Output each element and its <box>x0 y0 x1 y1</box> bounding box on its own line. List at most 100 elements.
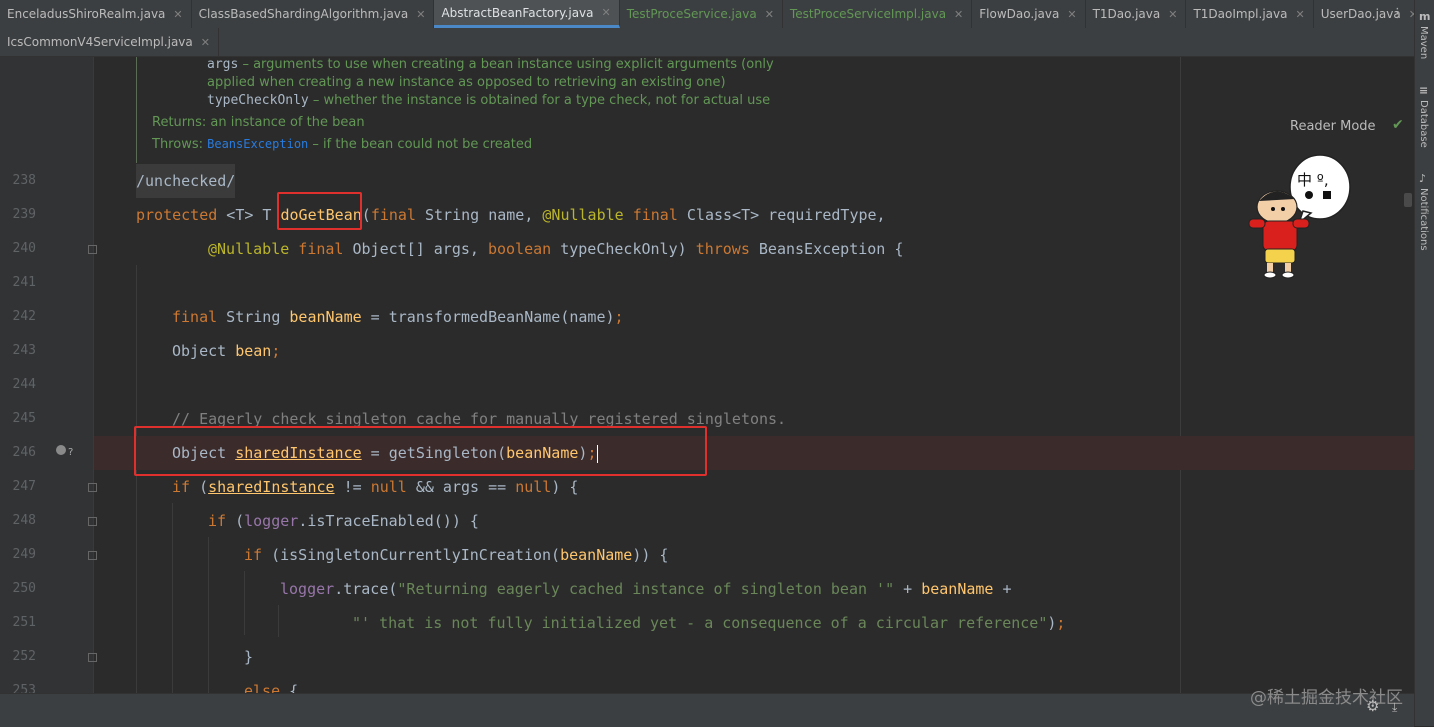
code-text: "' that is not fully initialized yet - a… <box>352 606 1065 640</box>
line-number: 251 <box>12 615 36 630</box>
line-number: 244 <box>12 377 36 392</box>
line-number: 252 <box>12 649 36 664</box>
code-editor[interactable]: args – arguments to use when creating a … <box>0 57 1414 693</box>
keyword: else <box>244 682 281 693</box>
close-icon[interactable]: ✕ <box>416 8 425 21</box>
maven-icon[interactable]: m <box>1419 10 1430 23</box>
tab-label: FlowDao.java <box>979 7 1060 21</box>
highlight-box-doGetBean <box>277 192 362 230</box>
tab-user-dao[interactable]: UserDao.java✕ <box>1314 0 1427 28</box>
tab-label: IcsCommonV4ServiceImpl.java <box>7 35 193 49</box>
fold-marker-icon[interactable] <box>88 245 97 254</box>
fold-marker-icon[interactable] <box>88 653 97 662</box>
hint-bulb-icon[interactable] <box>56 445 66 455</box>
keyword: protected <box>136 206 218 224</box>
tab-class-based-sharding-algorithm[interactable]: ClassBasedShardingAlgorithm.java ✕ <box>192 0 435 28</box>
fold-marker-icon[interactable] <box>88 551 97 560</box>
tab-abstract-bean-factory[interactable]: AbstractBeanFactory.java ✕ <box>434 0 620 28</box>
close-icon[interactable]: ✕ <box>954 8 963 21</box>
maven-tool-button[interactable]: Maven <box>1418 26 1429 59</box>
code-text: if (logger.isTraceEnabled()) { <box>208 504 479 538</box>
gear-icon[interactable]: ⚙ <box>1366 697 1379 715</box>
highlight-box-getSingleton <box>134 426 707 476</box>
close-icon[interactable]: ✕ <box>1168 8 1177 21</box>
token: (isSingletonCurrentlyInCreation( <box>262 546 561 564</box>
returns-desc: an instance of the bean <box>206 115 365 130</box>
line-number: 242 <box>12 309 36 324</box>
keyword: if <box>244 546 263 564</box>
tab-row-2: IcsCommonV4ServiceImpl.java ✕ <box>0 28 219 56</box>
javadoc-param-args-cont: applied when creating a new instance as … <box>207 75 726 90</box>
line-number: 253 <box>12 683 36 693</box>
local-variable: beanName <box>560 546 633 564</box>
local-variable: beanName <box>289 308 362 326</box>
close-icon[interactable]: ✕ <box>602 6 611 19</box>
javadoc-param-typecheck: typeCheckOnly – whether the instance is … <box>207 93 770 108</box>
editor-tab-bar: EnceladusShiroRealm.java ✕ ClassBasedShar… <box>0 0 1427 57</box>
tab-t1-dao-impl[interactable]: T1DaoImpl.java ✕ <box>1186 0 1314 28</box>
keyword: final <box>370 206 416 224</box>
status-bar <box>0 693 1414 727</box>
bell-icon[interactable]: ♪ <box>1419 172 1426 185</box>
tab-flow-dao[interactable]: FlowDao.java ✕ <box>972 0 1086 28</box>
throws-type-link[interactable]: BeansException <box>207 137 308 151</box>
javadoc-bar <box>136 57 137 163</box>
right-tool-strip: m Maven ≡ Database ♪ Notifications <box>1414 0 1434 726</box>
tab-row-1: EnceladusShiroRealm.java ✕ ClassBasedShar… <box>0 0 1427 28</box>
download-icon[interactable]: ⤓ <box>1392 700 1397 715</box>
close-icon[interactable]: ✕ <box>765 8 774 21</box>
token: ( <box>190 478 209 496</box>
token: + <box>894 580 922 598</box>
tab-test-proce-service-impl[interactable]: TestProceServiceImpl.java ✕ <box>783 0 973 28</box>
close-icon[interactable]: ✕ <box>1067 8 1076 21</box>
token: { <box>280 682 299 693</box>
token: Object <box>172 342 236 360</box>
cartoon-sticker: 中 º, <box>1248 154 1351 279</box>
fold-marker-icon[interactable] <box>88 483 97 492</box>
code-line-253: 253 else { <box>0 674 1414 693</box>
token: ( <box>226 512 245 530</box>
notifications-tool-button[interactable]: Notifications <box>1418 188 1429 251</box>
token: ) { <box>551 478 579 496</box>
more-tabs-icon[interactable]: ⋮ <box>1391 6 1404 21</box>
keyword: final <box>172 308 218 326</box>
line-number: 245 <box>12 411 36 426</box>
folded-annotation[interactable]: /unchecked/ <box>136 164 236 198</box>
throws-desc: – if the bean could not be created <box>308 137 533 152</box>
database-icon[interactable]: ≡ <box>1419 84 1428 97</box>
tab-t1-dao[interactable]: T1Dao.java ✕ <box>1086 0 1187 28</box>
close-icon[interactable]: ✕ <box>201 36 210 49</box>
vertical-scrollbar-thumb[interactable] <box>1404 193 1412 207</box>
keyword: if <box>172 478 191 496</box>
token: Class<T> requiredType, <box>677 206 886 224</box>
line-number: 241 <box>12 275 36 290</box>
code-text: protected <T> T doGetBean(final String n… <box>136 198 886 232</box>
fold-marker-icon[interactable] <box>88 517 97 526</box>
close-icon[interactable]: ✕ <box>1295 8 1304 21</box>
generic: <T> T <box>217 206 281 224</box>
token: )) { <box>632 546 669 564</box>
line-number: 247 <box>12 479 36 494</box>
database-tool-button[interactable]: Database <box>1418 100 1429 148</box>
local-variable: bean <box>235 342 272 360</box>
tab-test-proce-service[interactable]: TestProceService.java ✕ <box>620 0 783 28</box>
token: ; <box>614 308 624 326</box>
tab-ics-common-v4-service-impl[interactable]: IcsCommonV4ServiceImpl.java ✕ <box>0 28 219 56</box>
token: + <box>993 580 1012 598</box>
tab-label: TestProceService.java <box>626 7 757 21</box>
token: .trace( <box>334 580 398 598</box>
reader-mode-toggle[interactable]: Reader Mode <box>1290 119 1376 134</box>
rendered-javadoc: args – arguments to use when creating a … <box>136 57 836 163</box>
code-text: else { <box>244 674 298 693</box>
keyword: final <box>289 240 344 258</box>
watermark: @稀土掘金技术社区 <box>1250 688 1403 708</box>
token: typeCheckOnly) <box>551 240 696 258</box>
token: BeansException { <box>749 240 904 258</box>
close-icon[interactable]: ✕ <box>173 8 182 21</box>
line-number: 250 <box>12 581 36 596</box>
code-text: final String beanName = transformedBeanN… <box>172 300 624 334</box>
param-name: typeCheckOnly <box>207 93 309 108</box>
annotation: @Nullable <box>208 240 290 258</box>
tab-enceladus-shiro-realm[interactable]: EnceladusShiroRealm.java ✕ <box>0 0 192 28</box>
tab-label: T1DaoImpl.java <box>1193 7 1288 21</box>
